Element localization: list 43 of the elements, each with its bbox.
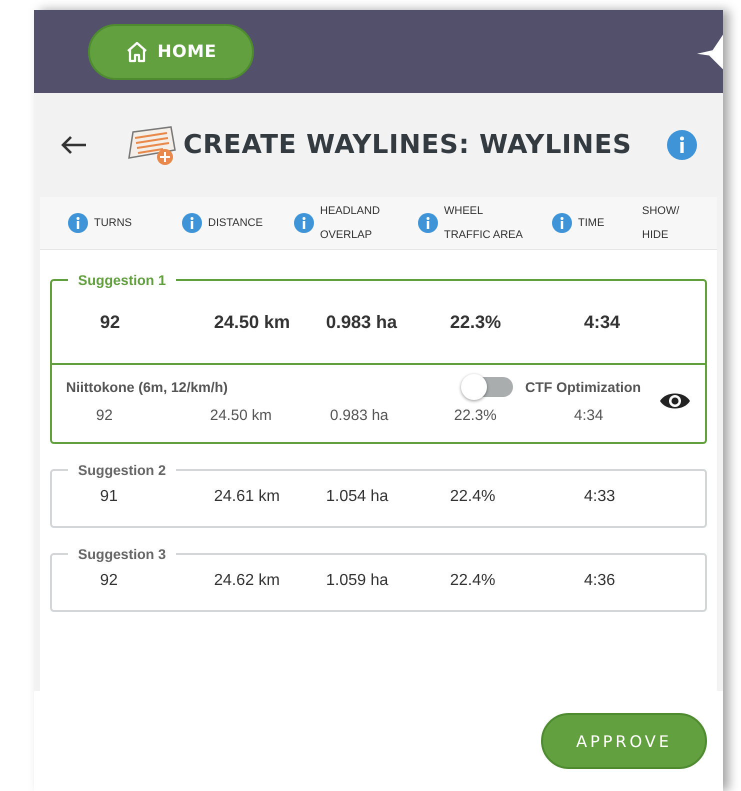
column-header: TURNS: [94, 216, 132, 231]
home-icon: [125, 40, 150, 64]
column-header: TIME: [578, 216, 604, 231]
table-cell-text: 24.50 km: [209, 407, 273, 424]
table-cell-text: 22.4%: [449, 572, 496, 590]
column-header: DISTANCE: [208, 216, 263, 231]
table-cell-text: 24.50 km: [213, 312, 292, 333]
table-cell-text: 4:34: [573, 407, 604, 424]
table-cell-text: 0.983 ha: [325, 312, 398, 333]
column-header: HEADLAND OVERLAP: [320, 204, 381, 243]
back-arrow-icon[interactable]: [60, 135, 88, 155]
suggestion-title: Suggestion 2: [77, 462, 167, 478]
table-cell-text: 4:36: [583, 572, 616, 590]
info-icon[interactable]: [68, 213, 88, 233]
table-cell-text: 1.054 ha: [325, 488, 390, 506]
toggle-label: CTF Optimization: [525, 379, 641, 395]
column-header: SHOW/ HIDE: [642, 204, 680, 243]
table-cell-text: 92: [99, 312, 122, 333]
table-cell-text: 24.61 km: [213, 488, 281, 506]
page-title: CREATE WAYLINES: WAYLINES: [183, 130, 632, 160]
suggestion-card[interactable]: Suggestion 3 92 24.62 km 1.059 ha 22.4% 4:36: [50, 546, 707, 612]
column-header: WHEEL TRAFFIC AREA: [444, 204, 524, 243]
info-icon[interactable]: [552, 213, 572, 233]
table-cell-text: 22.4%: [449, 488, 496, 506]
table-cell-text: 1.059 ha: [325, 572, 390, 590]
info-icon[interactable]: [667, 130, 697, 160]
suggestion-title: Suggestion 1: [77, 272, 167, 288]
table-cell-text: 4:33: [583, 488, 616, 506]
table-cell-text: 0.983 ha: [329, 407, 390, 424]
table-cell-text: 4:34: [583, 312, 622, 333]
info-icon[interactable]: [294, 213, 314, 233]
table-cell-text: 92: [95, 407, 114, 424]
info-icon[interactable]: [418, 213, 438, 233]
table-cell-text: 22.3%: [449, 312, 502, 333]
table-cell-text: 91: [99, 488, 119, 506]
suggestion-title: Suggestion 3: [77, 546, 167, 562]
suggestion-card[interactable]: Suggestion 2 91 24.61 km 1.054 ha 22.4% 4:33: [50, 462, 707, 528]
table-cell-text: 92: [99, 572, 119, 590]
suggestion-card[interactable]: Suggestion 1 92 24.50 km 0.983 ha 22.3% 4:34 Niittokone (6m, 12/km/h) CTF Optimization 92 24.50 km 0.983 ha 22.3% 4:34: [50, 272, 707, 444]
table-cell-text: 22.3%: [453, 407, 498, 424]
info-icon[interactable]: [182, 213, 202, 233]
machine-label: Niittokone (6m, 12/km/h): [66, 379, 228, 395]
table-cell-text: 24.62 km: [213, 572, 281, 590]
